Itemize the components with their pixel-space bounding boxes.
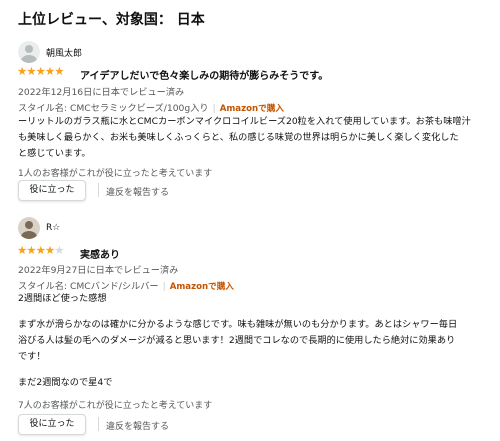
reviewer-name[interactable]: R☆ [46, 223, 60, 233]
review-body: ーリットルのガラス瓶に水とCMCカーボンマイクロコイルビーズ20粒を入れて使用し… [18, 114, 471, 162]
report-abuse-link[interactable]: 違反を報告する [106, 419, 169, 432]
review-date: 2022年9月27日に日本でレビュー済み [18, 265, 179, 276]
review-body-line: と感じています。 [18, 148, 91, 159]
reviewer-name[interactable]: 朝風太郎 [46, 46, 82, 59]
report-abuse-link[interactable]: 違反を報告する [106, 185, 169, 198]
reviewer-avatar [18, 41, 40, 63]
review-body-line: ーリットルのガラス瓶に水とCMCカーボンマイクロコイルビーズ20粒を入れて使用し… [18, 116, 471, 127]
review-title[interactable]: 実感あり [80, 246, 120, 261]
review-body-line: まだ2週間なので星4で [18, 377, 113, 388]
review-title[interactable]: アイデアしだいで色々楽しみの期待が膨らみそうです。 [80, 67, 328, 82]
verified-purchase-badge: Amazonで購入 [219, 104, 284, 114]
review-body-line: まず水が滑らかなのは確かに分かるような感じです。味も雑味が無いのも分かります。あ… [18, 319, 458, 330]
divider [98, 417, 99, 431]
divider [98, 183, 99, 197]
review-body-line: 浴びる人は髪の毛へのダメージが減ると思います！2週間でコレなので長期的に使用した… [18, 335, 456, 346]
review-date: 2022年12月16日に日本でレビュー済み [18, 87, 185, 98]
star-rating[interactable]: ★★★★★ [17, 64, 65, 78]
reviewer-avatar [18, 217, 40, 239]
review-variant-row: スタイル名: CMCセラミックビーズ/100g入り | Amazonで購入 [18, 100, 284, 114]
review-body-spacer [18, 307, 457, 317]
helpful-count: 7人のお客様がこれが役に立ったと考えています [18, 401, 213, 411]
review-body-line: も美味しく最らかく、お米も美味しくふっくらと、私の感じる味覚の世界は明らかに美し… [18, 132, 459, 143]
review-body-line: 2週間ほど使った感想 [18, 293, 107, 304]
helpful-count: 1人のお客様がこれが役に立ったと考えています [18, 169, 213, 179]
helpful-button[interactable]: 役に立った [18, 180, 86, 201]
review-body-spacer [18, 365, 457, 375]
separator: | [212, 103, 216, 114]
star-rating[interactable]: ★★★★★ [17, 243, 65, 257]
reviews-heading: 上位レビュー、対象国： 日本 [18, 12, 205, 28]
variant-link[interactable]: スタイル名: CMCセラミックビーズ/100g入り [18, 103, 209, 114]
helpful-button[interactable]: 役に立った [18, 414, 86, 435]
review-body-line: です！ [18, 351, 46, 362]
review-variant-row: スタイル名: CMCバンド/シルバー | Amazonで購入 [18, 278, 234, 292]
review-body: 2週間ほど使った感想 まず水が滑らかなのは確かに分かるような感じです。味も雑味が… [18, 291, 457, 391]
